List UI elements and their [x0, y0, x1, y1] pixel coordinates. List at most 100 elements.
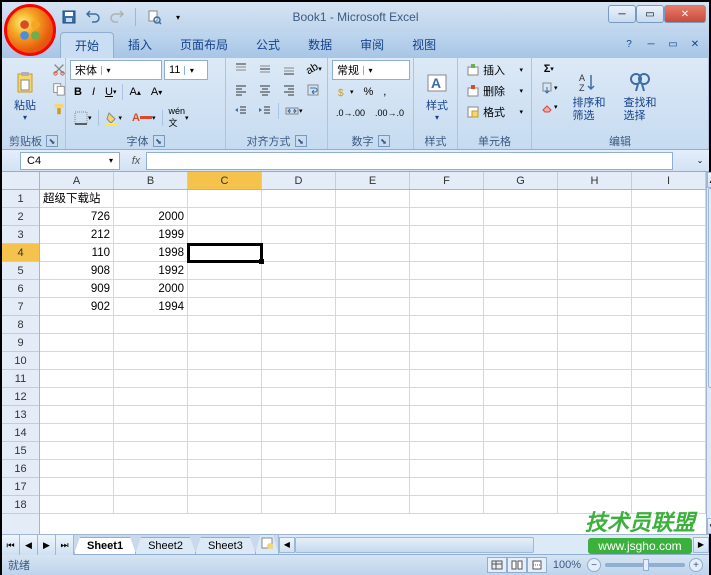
cell-I3[interactable] — [632, 226, 706, 244]
row-head-5[interactable]: 5 — [2, 262, 39, 280]
cell-B5[interactable]: 1992 — [114, 262, 188, 280]
accounting-format-button[interactable]: $▾ — [332, 83, 358, 101]
normal-view-button[interactable] — [487, 557, 507, 573]
cell-B2[interactable]: 2000 — [114, 208, 188, 226]
cell-E13[interactable] — [336, 406, 410, 424]
cell-C7[interactable] — [188, 298, 262, 316]
cell-C3[interactable] — [188, 226, 262, 244]
align-left-button[interactable] — [230, 81, 252, 99]
ribbon-tab-1[interactable]: 插入 — [114, 32, 166, 58]
cell-D11[interactable] — [262, 370, 336, 388]
col-head-H[interactable]: H — [558, 172, 632, 189]
cell-B3[interactable]: 1999 — [114, 226, 188, 244]
fill-button[interactable]: ▾ — [536, 79, 562, 97]
cell-I17[interactable] — [632, 478, 706, 496]
cell-G7[interactable] — [484, 298, 558, 316]
orientation-button[interactable]: ab▾ — [302, 60, 326, 78]
row-head-8[interactable]: 8 — [2, 316, 39, 334]
align-right-button[interactable] — [278, 81, 300, 99]
cell-G8[interactable] — [484, 316, 558, 334]
cell-H7[interactable] — [558, 298, 632, 316]
sort-filter-button[interactable]: AZ 排序和 筛选 — [566, 60, 613, 133]
font-family-combo[interactable]: 宋体▾ — [70, 60, 162, 80]
cell-B4[interactable]: 1998 — [114, 244, 188, 262]
format-cells-button[interactable]: 格式▾ — [462, 102, 527, 122]
cell-G10[interactable] — [484, 352, 558, 370]
hscroll-thumb[interactable] — [295, 537, 534, 553]
cell-H14[interactable] — [558, 424, 632, 442]
align-center-button[interactable] — [254, 81, 276, 99]
styles-button[interactable]: A 样式 ▾ — [418, 60, 456, 133]
ribbon-tab-6[interactable]: 视图 — [398, 32, 450, 58]
borders-button[interactable]: ▾ — [70, 109, 96, 127]
cell-A5[interactable]: 908 — [40, 262, 114, 280]
cell-H8[interactable] — [558, 316, 632, 334]
row-head-13[interactable]: 13 — [2, 406, 39, 424]
wrap-text-button[interactable] — [302, 81, 324, 99]
cell-I13[interactable] — [632, 406, 706, 424]
cell-B16[interactable] — [114, 460, 188, 478]
cell-H1[interactable] — [558, 190, 632, 208]
doc-minimize[interactable]: ─ — [643, 36, 659, 52]
cell-D6[interactable] — [262, 280, 336, 298]
decrease-decimal-button[interactable]: .00→.0 — [371, 104, 408, 122]
cell-I6[interactable] — [632, 280, 706, 298]
help-icon[interactable]: ? — [621, 36, 637, 52]
ribbon-tab-2[interactable]: 页面布局 — [166, 32, 242, 58]
decrease-indent-button[interactable] — [230, 102, 252, 120]
col-head-I[interactable]: I — [632, 172, 706, 189]
cell-B9[interactable] — [114, 334, 188, 352]
sheet-nav-prev[interactable]: ◀ — [20, 535, 38, 555]
cell-A11[interactable] — [40, 370, 114, 388]
sheet-tab-Sheet3[interactable]: Sheet3 — [195, 537, 256, 554]
sheet-nav-next[interactable]: ▶ — [38, 535, 56, 555]
cell-D2[interactable] — [262, 208, 336, 226]
cell-C5[interactable] — [188, 262, 262, 280]
cell-F15[interactable] — [410, 442, 484, 460]
cell-C9[interactable] — [188, 334, 262, 352]
cell-C4[interactable] — [188, 244, 262, 262]
cell-C16[interactable] — [188, 460, 262, 478]
row-head-4[interactable]: 4 — [2, 244, 39, 262]
cell-H17[interactable] — [558, 478, 632, 496]
cell-F12[interactable] — [410, 388, 484, 406]
cell-G1[interactable] — [484, 190, 558, 208]
cell-C6[interactable] — [188, 280, 262, 298]
formula-bar-expand[interactable]: ⌄ — [691, 152, 709, 170]
col-head-G[interactable]: G — [484, 172, 558, 189]
cell-B17[interactable] — [114, 478, 188, 496]
cell-E1[interactable] — [336, 190, 410, 208]
cell-C12[interactable] — [188, 388, 262, 406]
cell-H2[interactable] — [558, 208, 632, 226]
cell-I8[interactable] — [632, 316, 706, 334]
cell-B7[interactable]: 1994 — [114, 298, 188, 316]
cell-H9[interactable] — [558, 334, 632, 352]
qat-redo[interactable] — [108, 8, 126, 26]
delete-cells-button[interactable]: 删除▾ — [462, 81, 527, 101]
cell-A13[interactable] — [40, 406, 114, 424]
cell-E17[interactable] — [336, 478, 410, 496]
cell-D17[interactable] — [262, 478, 336, 496]
cell-D14[interactable] — [262, 424, 336, 442]
cell-F8[interactable] — [410, 316, 484, 334]
cell-D8[interactable] — [262, 316, 336, 334]
cell-G17[interactable] — [484, 478, 558, 496]
cell-E16[interactable] — [336, 460, 410, 478]
cell-E5[interactable] — [336, 262, 410, 280]
cell-D16[interactable] — [262, 460, 336, 478]
row-head-3[interactable]: 3 — [2, 226, 39, 244]
autosum-button[interactable]: Σ▾ — [536, 60, 562, 78]
row-head-18[interactable]: 18 — [2, 496, 39, 514]
underline-button[interactable]: U▾ — [101, 83, 120, 101]
cell-D15[interactable] — [262, 442, 336, 460]
cell-B12[interactable] — [114, 388, 188, 406]
cell-G11[interactable] — [484, 370, 558, 388]
cell-I12[interactable] — [632, 388, 706, 406]
cell-I2[interactable] — [632, 208, 706, 226]
cell-I10[interactable] — [632, 352, 706, 370]
qat-undo[interactable] — [84, 8, 102, 26]
cell-E18[interactable] — [336, 496, 410, 514]
cell-F11[interactable] — [410, 370, 484, 388]
qat-customize[interactable]: ▾ — [169, 8, 187, 26]
cell-A15[interactable] — [40, 442, 114, 460]
